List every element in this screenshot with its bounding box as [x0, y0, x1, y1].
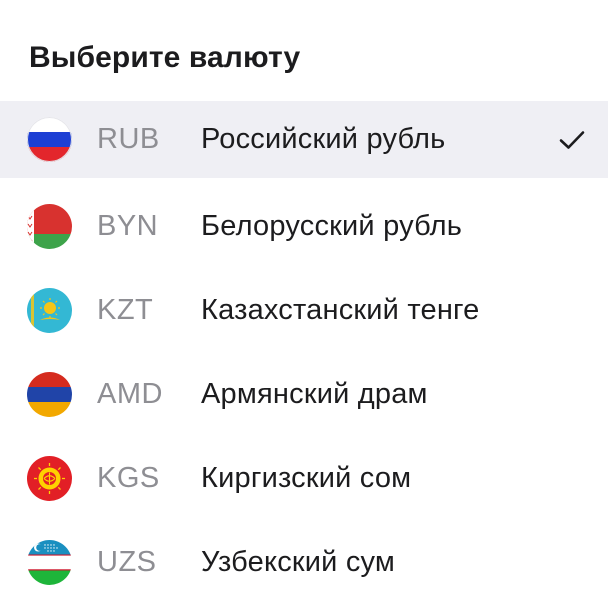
currency-item-kgs[interactable]: KGS Киргизский сом — [0, 436, 608, 520]
armenia-flag-icon — [27, 371, 72, 417]
currency-name: Российский рубль — [201, 123, 446, 155]
currency-code: AMD — [97, 377, 163, 410]
currency-code: UZS — [97, 545, 157, 578]
kyrgyzstan-flag-icon — [27, 455, 72, 501]
currency-item-byn[interactable]: BYN Белорусский рубль — [0, 184, 608, 268]
currency-picker: Выберите валюту RUB Российский рубль BYN… — [0, 0, 608, 598]
uzbekistan-flag-icon — [27, 539, 72, 585]
page-title: Выберите валюту — [29, 41, 301, 74]
currency-name: Белорусский рубль — [201, 209, 463, 242]
currency-item-rub[interactable]: RUB Российский рубль — [0, 101, 608, 178]
currency-code: KGS — [97, 461, 160, 494]
currency-item-kzt[interactable]: KZT Казахстанский тенге — [0, 268, 608, 352]
currency-item-uzs[interactable]: UZS Узбекский сум — [0, 520, 608, 604]
currency-name: Узбекский сум — [201, 545, 396, 578]
kazakhstan-flag-icon — [27, 287, 72, 333]
currency-name: Казахстанский тенге — [201, 293, 480, 326]
currency-name: Армянский драм — [201, 377, 428, 410]
currency-name: Киргизский сом — [201, 461, 412, 494]
currency-code: KZT — [97, 293, 154, 326]
currency-code: BYN — [97, 209, 159, 242]
belarus-flag-icon — [27, 203, 72, 249]
checkmark-icon — [558, 129, 586, 151]
currency-code: RUB — [97, 123, 160, 155]
russia-flag-icon — [27, 117, 72, 162]
currency-item-amd[interactable]: AMD Армянский драм — [0, 352, 608, 436]
currency-list: RUB Российский рубль BYN Белорусский руб… — [0, 101, 608, 604]
